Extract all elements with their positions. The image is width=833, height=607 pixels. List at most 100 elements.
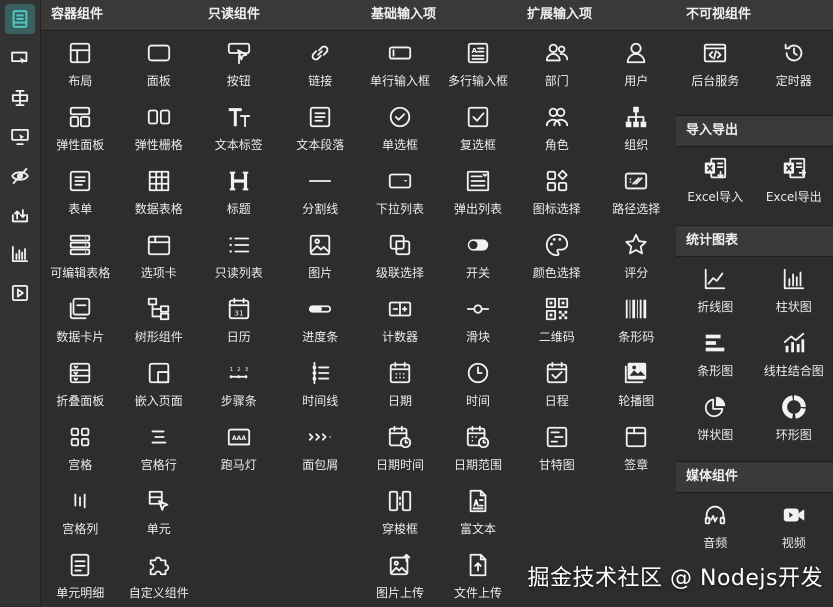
component-role[interactable]: 角色 [518, 95, 596, 157]
component-form[interactable]: 表单 [41, 159, 119, 221]
component-date[interactable]: 日期 [361, 351, 439, 413]
component-schedule[interactable]: 日程 [518, 351, 596, 413]
component-data-card[interactable]: 数据卡片 [41, 287, 119, 349]
component-tabs[interactable]: 选项卡 [120, 223, 198, 285]
component-layout[interactable]: 布局 [41, 31, 119, 93]
component-data-table[interactable]: 数据表格 [120, 159, 198, 221]
component-textarea[interactable]: A 多行输入框 [439, 31, 517, 93]
component-calendar[interactable]: 31 日历 [200, 287, 278, 349]
component-tree[interactable]: 树形组件 [120, 287, 198, 349]
component-text-label[interactable]: 文本标签 [200, 95, 278, 157]
component-timer[interactable]: 定时器 [755, 31, 833, 93]
component-gantt[interactable]: 甘特图 [518, 415, 596, 477]
component-label: 图片上传 [375, 586, 424, 600]
component-heading[interactable]: 标题 [200, 159, 278, 221]
component-clock[interactable]: 时间 [439, 351, 517, 413]
eye-off-button[interactable] [5, 161, 35, 191]
component-label: 文本段落 [296, 138, 345, 152]
basic-inputs-column: 基础输入项 单行输入框 A 多行输入框 单选框 复选框 下拉列表 弹出列表 级联选择 开关 计数器… [361, 0, 518, 606]
component-panel[interactable]: 面板 [120, 31, 198, 93]
cell-detail-icon [66, 551, 94, 579]
text-cursor-button[interactable] [5, 83, 35, 113]
component-carousel[interactable]: 轮播图 [597, 351, 675, 413]
component-label: 计数器 [381, 330, 418, 344]
component-cell-detail[interactable]: 单元明细 [41, 543, 119, 605]
component-image-upload[interactable]: 图片上传 [361, 543, 439, 605]
component-donut-chart[interactable]: 环形图 [755, 385, 833, 447]
qrcode-icon [543, 295, 571, 323]
pointer-select-button[interactable] [5, 44, 35, 74]
component-progress[interactable]: 进度条 [281, 287, 359, 349]
svg-text:2: 2 [237, 367, 241, 373]
icon-select-icon [543, 167, 571, 195]
component-excel-export[interactable]: Excel导出 [755, 147, 833, 209]
component-qrcode[interactable]: 二维码 [518, 287, 596, 349]
component-breadcrumb[interactable]: 面包屑 [281, 415, 359, 477]
component-department[interactable]: 部门 [518, 31, 596, 93]
component-list[interactable]: 只读列表 [200, 223, 278, 285]
component-icon-select[interactable]: 图标选择 [518, 159, 596, 221]
component-headphones[interactable]: 音频 [676, 493, 754, 555]
component-paragraph[interactable]: 文本段落 [281, 95, 359, 157]
component-image[interactable]: 图片 [281, 223, 359, 285]
component-button-click[interactable]: 按钮 [200, 31, 278, 93]
component-editable-table[interactable]: 可编辑表格 [41, 223, 119, 285]
component-slider[interactable]: 滑块 [439, 287, 517, 349]
component-pie-chart[interactable]: 饼状图 [676, 385, 754, 447]
media-play-button[interactable] [5, 278, 35, 308]
component-flex-panel[interactable]: 弹性面板 [41, 95, 119, 157]
component-user[interactable]: 用户 [597, 31, 675, 93]
component-label: 步骤条 [220, 394, 257, 408]
component-horizontal-bar[interactable]: 条形图 [676, 321, 754, 383]
component-grid-row[interactable]: 宫格行 [120, 415, 198, 477]
component-link[interactable]: 链接 [281, 31, 359, 93]
component-backend-service[interactable]: 后台服务 [676, 31, 754, 93]
component-select[interactable]: 下拉列表 [361, 159, 439, 221]
section-title-extended: 扩展输入项 [517, 0, 676, 31]
component-rich-text[interactable]: 富文本 [439, 479, 517, 541]
component-label: 日期范围 [453, 458, 502, 472]
component-radio[interactable]: 单选框 [361, 95, 439, 157]
component-flex-grid[interactable]: 弹性栅格 [120, 95, 198, 157]
component-datetime[interactable]: 日期时间 [361, 415, 439, 477]
component-path-select[interactable]: 路径选择 [597, 159, 675, 221]
component-label: 单行输入框 [369, 74, 430, 88]
component-combo-chart[interactable]: 线柱结合图 [755, 321, 833, 383]
component-excel-import[interactable]: Excel导入 [676, 147, 754, 209]
screen-click-button[interactable] [5, 122, 35, 152]
component-grid-column[interactable]: 宫格列 [41, 479, 119, 541]
component-cell[interactable]: 单元 [120, 479, 198, 541]
component-steps[interactable]: 1 2 3 步骤条 [200, 351, 278, 413]
component-file-upload[interactable]: 文件上传 [439, 543, 517, 605]
import-export-button[interactable] [5, 200, 35, 230]
component-barcode[interactable]: 条形码 [597, 287, 675, 349]
component-collapse[interactable]: 折叠面板 [41, 351, 119, 413]
form-designer-button[interactable] [5, 4, 35, 34]
component-divider[interactable]: 分割线 [281, 159, 359, 221]
component-marquee[interactable]: AAA 跑马灯 [200, 415, 278, 477]
component-video[interactable]: 视频 [755, 493, 833, 555]
component-label: 日历 [226, 330, 251, 344]
component-date-range[interactable]: 日期范围 [439, 415, 517, 477]
component-column-chart[interactable]: 柱状图 [755, 257, 833, 319]
component-timeline[interactable]: 时间线 [281, 351, 359, 413]
component-embed-page[interactable]: 嵌入页面 [120, 351, 198, 413]
bar-chart-button[interactable] [5, 239, 35, 269]
component-checkbox[interactable]: 复选框 [439, 95, 517, 157]
component-counter[interactable]: 计数器 [361, 287, 439, 349]
component-puzzle[interactable]: 自定义组件 [120, 543, 198, 605]
component-switch[interactable]: 开关 [439, 223, 517, 285]
component-input[interactable]: 单行输入框 [361, 31, 439, 93]
component-cascader[interactable]: 级联选择 [361, 223, 439, 285]
component-popup-list[interactable]: 弹出列表 [439, 159, 517, 221]
component-palette[interactable]: 颜色选择 [518, 223, 596, 285]
component-label: 甘特图 [538, 458, 575, 472]
datetime-icon [386, 423, 414, 451]
component-seal[interactable]: 签章 [597, 415, 675, 477]
data-table-icon [145, 167, 173, 195]
component-star[interactable]: 评分 [597, 223, 675, 285]
component-org[interactable]: 组织 [597, 95, 675, 157]
component-grid-cells[interactable]: 宫格 [41, 415, 119, 477]
component-transfer[interactable]: 穿梭框 [361, 479, 439, 541]
component-line-chart[interactable]: 折线图 [676, 257, 754, 319]
